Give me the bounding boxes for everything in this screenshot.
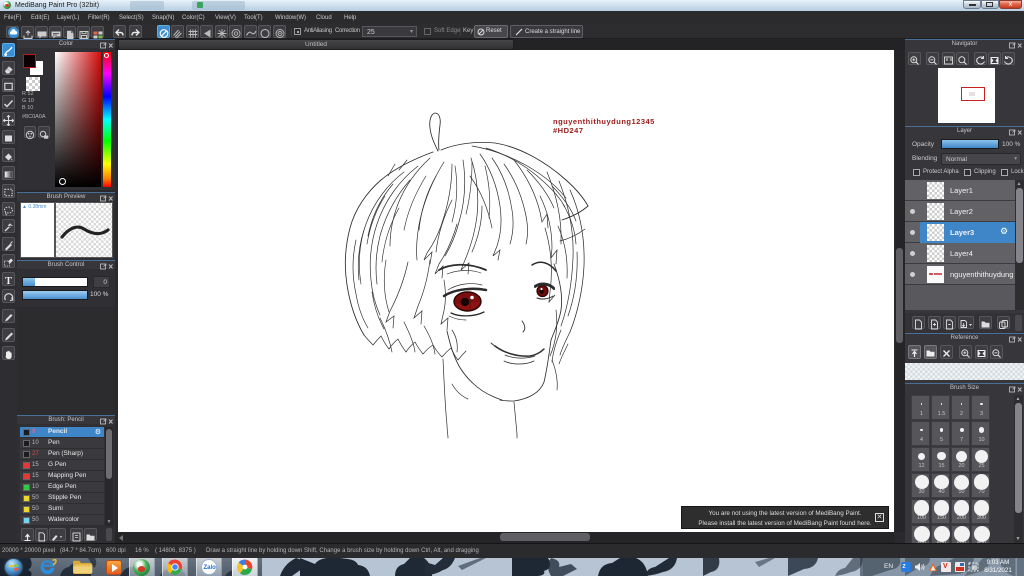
- svg-text:T: T: [5, 276, 12, 286]
